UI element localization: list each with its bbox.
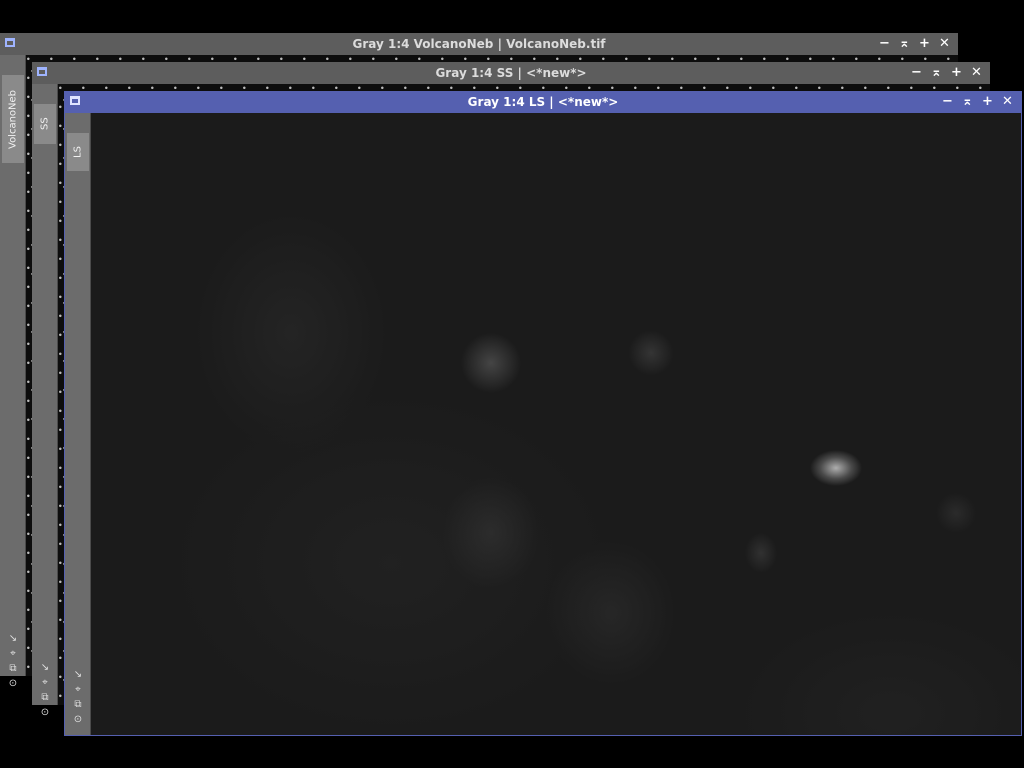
zoom-fit-icon[interactable]: ⌖ [71, 684, 85, 697]
zoom-fit-icon[interactable]: ⌖ [38, 677, 52, 690]
window-titlebar[interactable]: Gray 1:4 VolcanoNeb | VolcanoNeb.tif − ⌅… [0, 33, 958, 55]
fit-view-icon[interactable]: ↘ [71, 669, 85, 682]
minimize-button[interactable]: − [940, 91, 955, 113]
clone-view-icon[interactable]: ⧉ [38, 692, 52, 705]
target-icon[interactable]: ⊙ [71, 714, 85, 727]
clone-view-icon[interactable]: ⧉ [71, 699, 85, 712]
view-identifier-tab[interactable]: LS [67, 133, 89, 171]
zoom-fit-icon[interactable]: ⌖ [6, 648, 20, 661]
maximize-button[interactable]: + [949, 62, 964, 84]
window-titlebar[interactable]: Gray 1:4 LS | <*new*> − ⌅ + ✕ [65, 91, 1021, 113]
view-identifier-tab[interactable]: VolcanoNeb [2, 75, 24, 163]
shade-button[interactable]: ⌅ [929, 62, 944, 84]
minimize-button[interactable]: − [877, 33, 892, 55]
window-title: Gray 1:4 LS | <*new*> [467, 95, 619, 109]
view-sidebar: LS ↘ ⌖ ⧉ ⊙ [65, 113, 91, 735]
view-sidebar: SS ↘ ⌖ ⧉ ⊙ [32, 84, 58, 718]
view-sidebar: VolcanoNeb ↘ ⌖ ⧉ ⊙ [0, 55, 26, 689]
view-identifier-tab[interactable]: SS [34, 104, 56, 144]
maximize-button[interactable]: + [980, 91, 995, 113]
target-icon[interactable]: ⊙ [38, 707, 52, 720]
fit-view-icon[interactable]: ↘ [38, 662, 52, 675]
target-icon[interactable]: ⊙ [6, 678, 20, 691]
close-button[interactable]: ✕ [969, 62, 984, 84]
clone-view-icon[interactable]: ⧉ [6, 663, 20, 676]
maximize-button[interactable]: + [917, 33, 932, 55]
window-titlebar[interactable]: Gray 1:4 SS | <*new*> − ⌅ + ✕ [32, 62, 990, 84]
image-window-ls[interactable]: Gray 1:4 LS | <*new*> − ⌅ + ✕ LS ↘ ⌖ ⧉ ⊙ [64, 91, 1022, 736]
image-viewport[interactable] [91, 113, 1021, 735]
shade-button[interactable]: ⌅ [960, 91, 975, 113]
shade-button[interactable]: ⌅ [897, 33, 912, 55]
fit-view-icon[interactable]: ↘ [6, 633, 20, 646]
window-title: Gray 1:4 VolcanoNeb | VolcanoNeb.tif [352, 37, 606, 51]
close-button[interactable]: ✕ [1000, 91, 1015, 113]
minimize-button[interactable]: − [909, 62, 924, 84]
close-button[interactable]: ✕ [937, 33, 952, 55]
window-title: Gray 1:4 SS | <*new*> [435, 66, 587, 80]
